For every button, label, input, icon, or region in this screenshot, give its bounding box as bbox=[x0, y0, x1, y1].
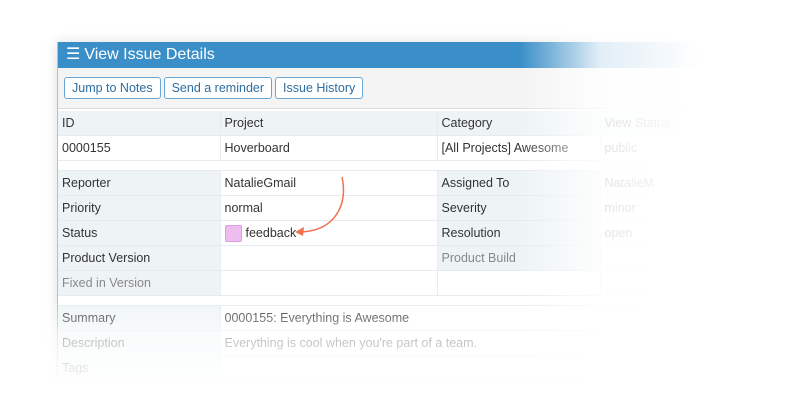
top-fade bbox=[0, 0, 792, 40]
table-row: Fixed in Version bbox=[58, 270, 792, 296]
product-version-value bbox=[220, 245, 438, 271]
summary-value: 0000155: Everything is Awesome bbox=[220, 305, 792, 331]
fixed-in-version-label: Fixed in Version bbox=[58, 270, 221, 296]
toolbar: Jump to Notes Send a reminder Issue Hist… bbox=[58, 68, 792, 109]
severity-label: Severity bbox=[437, 195, 601, 221]
annotation-arrow bbox=[295, 176, 345, 236]
status-label: Status bbox=[58, 220, 221, 246]
category-value: [All Projects] Awesome bbox=[437, 135, 601, 161]
assigned-label: Assigned To bbox=[437, 170, 601, 196]
status-value: feedback bbox=[245, 225, 297, 240]
resolution-value: open bbox=[600, 220, 792, 246]
category-header: Category bbox=[437, 111, 601, 136]
send-reminder-button[interactable]: Send a reminder bbox=[163, 77, 273, 99]
table-row: Description Everything is cool when you'r… bbox=[58, 330, 792, 356]
tags-label: Tags bbox=[58, 355, 221, 381]
table-row: Reporter NatalieGmail Assigned To NatalieM bbox=[58, 170, 792, 196]
description-value: Everything is cool when you're part of a… bbox=[220, 330, 792, 356]
jump-to-notes-button[interactable]: Jump to Notes bbox=[64, 77, 161, 99]
resolution-label: Resolution bbox=[437, 220, 601, 246]
description-label: Description bbox=[58, 330, 221, 356]
reporter-label: Reporter bbox=[58, 170, 221, 196]
issue-history-button[interactable]: Issue History bbox=[275, 77, 364, 99]
issue-table: ID Project Category View Status 0000155 Hove… bbox=[58, 111, 792, 381]
panel-title: View Issue Details bbox=[84, 46, 215, 63]
priority-label: Priority bbox=[58, 195, 221, 221]
table-row: Priority normal Severity minor bbox=[58, 195, 792, 221]
panel-header: ☰ View Issue Details bbox=[58, 42, 792, 68]
product-version-label: Product Version bbox=[58, 245, 221, 271]
assigned-value[interactable]: NatalieM bbox=[600, 170, 792, 196]
id-header: ID bbox=[58, 111, 221, 136]
status-color-swatch bbox=[224, 224, 242, 242]
severity-value: minor bbox=[600, 195, 792, 221]
view-status-header: View Status bbox=[600, 111, 792, 136]
view-status-value: public bbox=[600, 135, 792, 161]
id-value: 0000155 bbox=[58, 135, 221, 161]
issue-details-panel: ☰ View Issue Details Jump to Notes Send a… bbox=[57, 42, 792, 381]
table-row: 0000155 Hoverboard [All Projects] Awesome p… bbox=[58, 135, 792, 161]
summary-label: Summary bbox=[58, 305, 221, 331]
product-build-label: Product Build bbox=[437, 245, 601, 271]
table-row: Product Version Product Build bbox=[58, 245, 792, 271]
project-header: Project bbox=[220, 111, 438, 136]
project-value[interactable]: Hoverboard bbox=[220, 135, 438, 161]
table-row: ID Project Category View Status bbox=[58, 111, 792, 136]
table-row: Summary 0000155: Everything is Awesome bbox=[58, 305, 792, 331]
table-row: Tags bbox=[58, 355, 792, 381]
menu-icon: ☰ bbox=[66, 46, 81, 63]
table-row: Status feedback Resolution open bbox=[58, 220, 792, 246]
